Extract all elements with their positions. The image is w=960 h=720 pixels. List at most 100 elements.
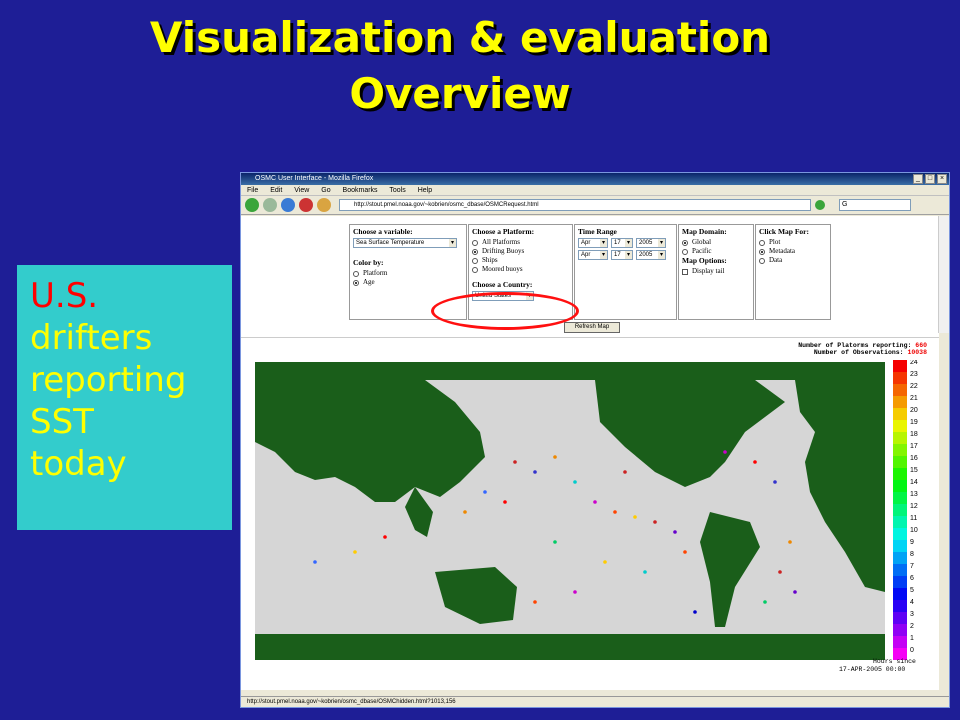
platforms-label: Number of Platorms reporting: — [798, 342, 912, 349]
legend-tick-label: 18 — [910, 431, 918, 438]
legend-swatch — [893, 540, 907, 552]
display-tail-option[interactable]: Display tail — [682, 267, 750, 276]
legend-swatch — [893, 528, 907, 540]
slide-title: Visualization & evaluation Overview — [0, 10, 920, 122]
legend-swatch — [893, 384, 907, 396]
legend-swatch — [893, 564, 907, 576]
radio-icon[interactable] — [472, 257, 478, 264]
maximize-button[interactable]: □ — [925, 174, 935, 184]
home-icon[interactable] — [317, 198, 331, 212]
legend-tick-label: 14 — [910, 479, 918, 486]
back-icon[interactable] — [245, 198, 259, 212]
colorby-option[interactable]: Platform — [353, 269, 463, 278]
radio-checked-icon[interactable] — [682, 239, 688, 246]
platform-option[interactable]: Moored buoys — [472, 265, 569, 274]
slide-title-line2: Overview — [349, 69, 571, 118]
colorby-label: Color by: — [353, 258, 384, 267]
start-year-select[interactable]: 2005 — [636, 238, 666, 248]
start-day-select[interactable]: 17 — [611, 238, 633, 248]
legend-tick-label: 8 — [910, 551, 914, 558]
legend-swatch — [893, 600, 907, 612]
legend-tick-label: 1 — [910, 635, 914, 642]
search-input[interactable]: G — [839, 199, 911, 211]
color-legend: 2423222120191817161514131211109876543210 — [893, 360, 918, 660]
radio-icon[interactable] — [759, 239, 765, 246]
platform-option[interactable]: All Platforms — [472, 238, 569, 247]
radio-checked-icon[interactable] — [472, 248, 478, 255]
close-button[interactable]: × — [937, 174, 947, 184]
radio-checked-icon[interactable] — [353, 279, 359, 286]
legend-tick-label: 0 — [910, 647, 914, 654]
legend-tick-label: 7 — [910, 563, 914, 570]
end-day-select[interactable]: 17 — [611, 250, 633, 260]
request-form: Choose a variable: Sea Surface Temperatu… — [349, 224, 835, 320]
refresh-map-button[interactable]: Refresh Map — [564, 322, 620, 333]
legend-tick-label: 19 — [910, 419, 918, 426]
map-area[interactable]: Number of Platorms reporting: 660 Number… — [241, 337, 939, 690]
end-month-select[interactable]: Apr — [578, 250, 608, 260]
platform-stats: Number of Platorms reporting: 660 Number… — [798, 342, 927, 356]
legend-swatch — [893, 360, 907, 372]
callout-line3: reporting — [30, 360, 187, 400]
domain-option[interactable]: Global — [682, 238, 750, 247]
colorby-option[interactable]: Age — [353, 278, 463, 287]
observations-count: 10038 — [907, 349, 927, 356]
stop-icon[interactable] — [299, 198, 313, 212]
legend-swatch — [893, 396, 907, 408]
url-input[interactable]: http://stout.pmel.noaa.gov/~kobrien/osmc… — [339, 199, 811, 211]
domain-option[interactable]: Pacific — [682, 247, 750, 256]
platforms-count: 660 — [915, 342, 927, 349]
vertical-scrollbar[interactable] — [938, 216, 949, 333]
legend-tick-label: 22 — [910, 383, 918, 390]
legend-tick-label: 13 — [910, 491, 918, 498]
status-bar: http://stout.pmel.noaa.gov/~kobrien/osmc… — [241, 696, 949, 707]
end-year-select[interactable]: 2005 — [636, 250, 666, 260]
legend-swatch — [893, 552, 907, 564]
time-end-row: Apr 17 2005 — [578, 250, 673, 260]
highlight-circle — [431, 292, 579, 330]
menu-go[interactable]: Go — [321, 187, 330, 194]
checkbox-icon[interactable] — [682, 268, 688, 275]
legend-swatch — [893, 612, 907, 624]
time-section: Time Range Apr 17 2005 Apr 17 2005 — [574, 224, 677, 320]
legend-tick-label: 10 — [910, 527, 918, 534]
legend-tick-label: 12 — [910, 503, 918, 510]
legend-swatch — [893, 420, 907, 432]
minimize-button[interactable]: _ — [913, 174, 923, 184]
menu-help[interactable]: Help — [418, 187, 432, 194]
menu-file[interactable]: File — [247, 187, 258, 194]
radio-checked-icon[interactable] — [759, 248, 765, 255]
callout-line5: today — [30, 444, 127, 484]
legend-tick-label: 11 — [910, 515, 917, 522]
forward-icon[interactable] — [263, 198, 277, 212]
reload-icon[interactable] — [281, 198, 295, 212]
radio-icon[interactable] — [682, 248, 688, 255]
callout-line2: drifters — [30, 318, 153, 358]
click-option[interactable]: Data — [759, 256, 827, 265]
legend-swatch — [893, 624, 907, 636]
world-map[interactable] — [255, 362, 885, 660]
legend-swatch — [893, 480, 907, 492]
variable-select[interactable]: Sea Surface Temperature — [353, 238, 457, 248]
radio-icon[interactable] — [759, 257, 765, 264]
platform-label: Choose a Platform: — [472, 227, 535, 236]
time-label: Time Range — [578, 227, 617, 236]
platform-option[interactable]: Ships — [472, 256, 569, 265]
click-option[interactable]: Plot — [759, 238, 827, 247]
go-icon[interactable] — [815, 200, 825, 210]
variable-label: Choose a variable: — [353, 227, 413, 236]
legend-tick-label: 21 — [910, 395, 918, 402]
radio-icon[interactable] — [353, 270, 359, 277]
start-month-select[interactable]: Apr — [578, 238, 608, 248]
menu-edit[interactable]: Edit — [270, 187, 282, 194]
menu-bookmarks[interactable]: Bookmarks — [343, 187, 378, 194]
radio-icon[interactable] — [472, 239, 478, 246]
menu-view[interactable]: View — [294, 187, 309, 194]
menu-tools[interactable]: Tools — [389, 187, 405, 194]
click-option[interactable]: Metadata — [759, 247, 827, 256]
title-bar: OSMC User Interface - Mozilla Firefox _ … — [241, 173, 949, 185]
radio-icon[interactable] — [472, 266, 478, 273]
platform-option[interactable]: Drifting Buoys — [472, 247, 569, 256]
legend-tick-label: 24 — [910, 360, 918, 366]
legend-swatch — [893, 444, 907, 456]
